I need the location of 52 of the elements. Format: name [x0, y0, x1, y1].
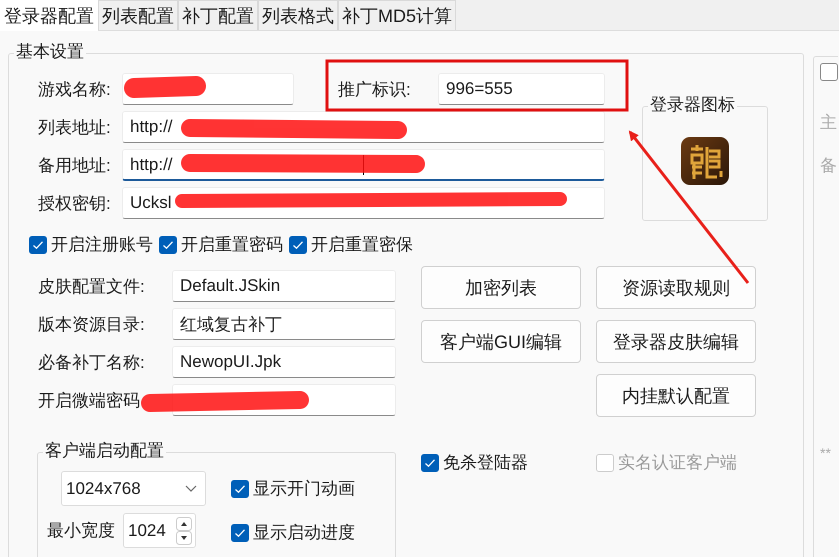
checkbox-label: 开启注册账号	[51, 234, 153, 256]
checkbox-label: 显示开门动画	[253, 478, 355, 500]
checkmark-icon	[32, 240, 44, 250]
action-button[interactable]: 资源读取规则	[596, 266, 756, 309]
side-label: 主	[820, 112, 838, 134]
input-field[interactable]: NewopUI.Jpk	[172, 346, 396, 378]
tab[interactable]: 列表配置	[98, 0, 178, 30]
checkbox-label: 显示启动进度	[253, 522, 355, 544]
checkbox[interactable]	[820, 63, 838, 81]
action-button[interactable]: 客户端GUI编辑	[421, 320, 581, 363]
action-button[interactable]: 登录器皮肤编辑	[596, 320, 756, 363]
tab[interactable]: 补丁配置	[178, 0, 258, 30]
chevron-down-icon	[185, 485, 197, 492]
action-button[interactable]: 内挂默认配置	[596, 374, 756, 417]
checkbox[interactable]	[159, 236, 177, 254]
checkbox-label: 实名认证客户端	[618, 452, 737, 474]
field-label: 备用地址:	[38, 154, 112, 176]
checkbox[interactable]	[231, 524, 249, 542]
side-label: **	[820, 445, 832, 461]
checkbox-label: 开启重置密保	[311, 234, 413, 256]
checkbox-label: 免杀登陆器	[443, 452, 528, 474]
resolution-dropdown[interactable]: 1024x768	[61, 471, 206, 506]
checkmark-icon	[162, 240, 174, 250]
checkmark-icon	[234, 528, 246, 538]
field-label: 版本资源目录:	[38, 314, 146, 336]
field-label: 授权密钥:	[38, 192, 112, 214]
tab[interactable]: 登录器配置	[0, 0, 98, 31]
field-label: 最小宽度	[47, 520, 115, 542]
field-label: 开启微端密码	[38, 390, 141, 412]
spinner-arrows-icon	[176, 516, 192, 544]
checkbox[interactable]	[29, 236, 47, 254]
dragon-logo-icon	[681, 137, 729, 185]
tab[interactable]: 列表格式	[258, 0, 338, 30]
checkbox-label: 开启重置密码	[181, 234, 283, 256]
checkbox[interactable]	[421, 454, 439, 472]
input-field[interactable]: 红域复古补丁	[172, 308, 396, 340]
checkmark-icon	[234, 484, 246, 494]
field-label: 必备补丁名称:	[38, 352, 146, 374]
field-label: 游戏名称:	[38, 78, 112, 100]
checkmark-icon	[424, 458, 436, 468]
side-label: 备	[820, 155, 838, 177]
checkbox[interactable]	[289, 236, 307, 254]
action-button[interactable]: 加密列表	[421, 266, 581, 309]
checkbox[interactable]	[231, 480, 249, 498]
input-field[interactable]: Default.JSkin	[172, 270, 396, 302]
field-label: 推广标识:	[338, 78, 412, 100]
tab[interactable]: 补丁MD5计算	[338, 0, 456, 30]
min-width-spinner[interactable]: 1024	[123, 513, 196, 548]
input-field[interactable]: 996=555	[438, 73, 605, 105]
field-label: 皮肤配置文件:	[38, 276, 146, 298]
checkmark-icon	[292, 240, 304, 250]
field-label: 列表地址:	[38, 116, 112, 138]
